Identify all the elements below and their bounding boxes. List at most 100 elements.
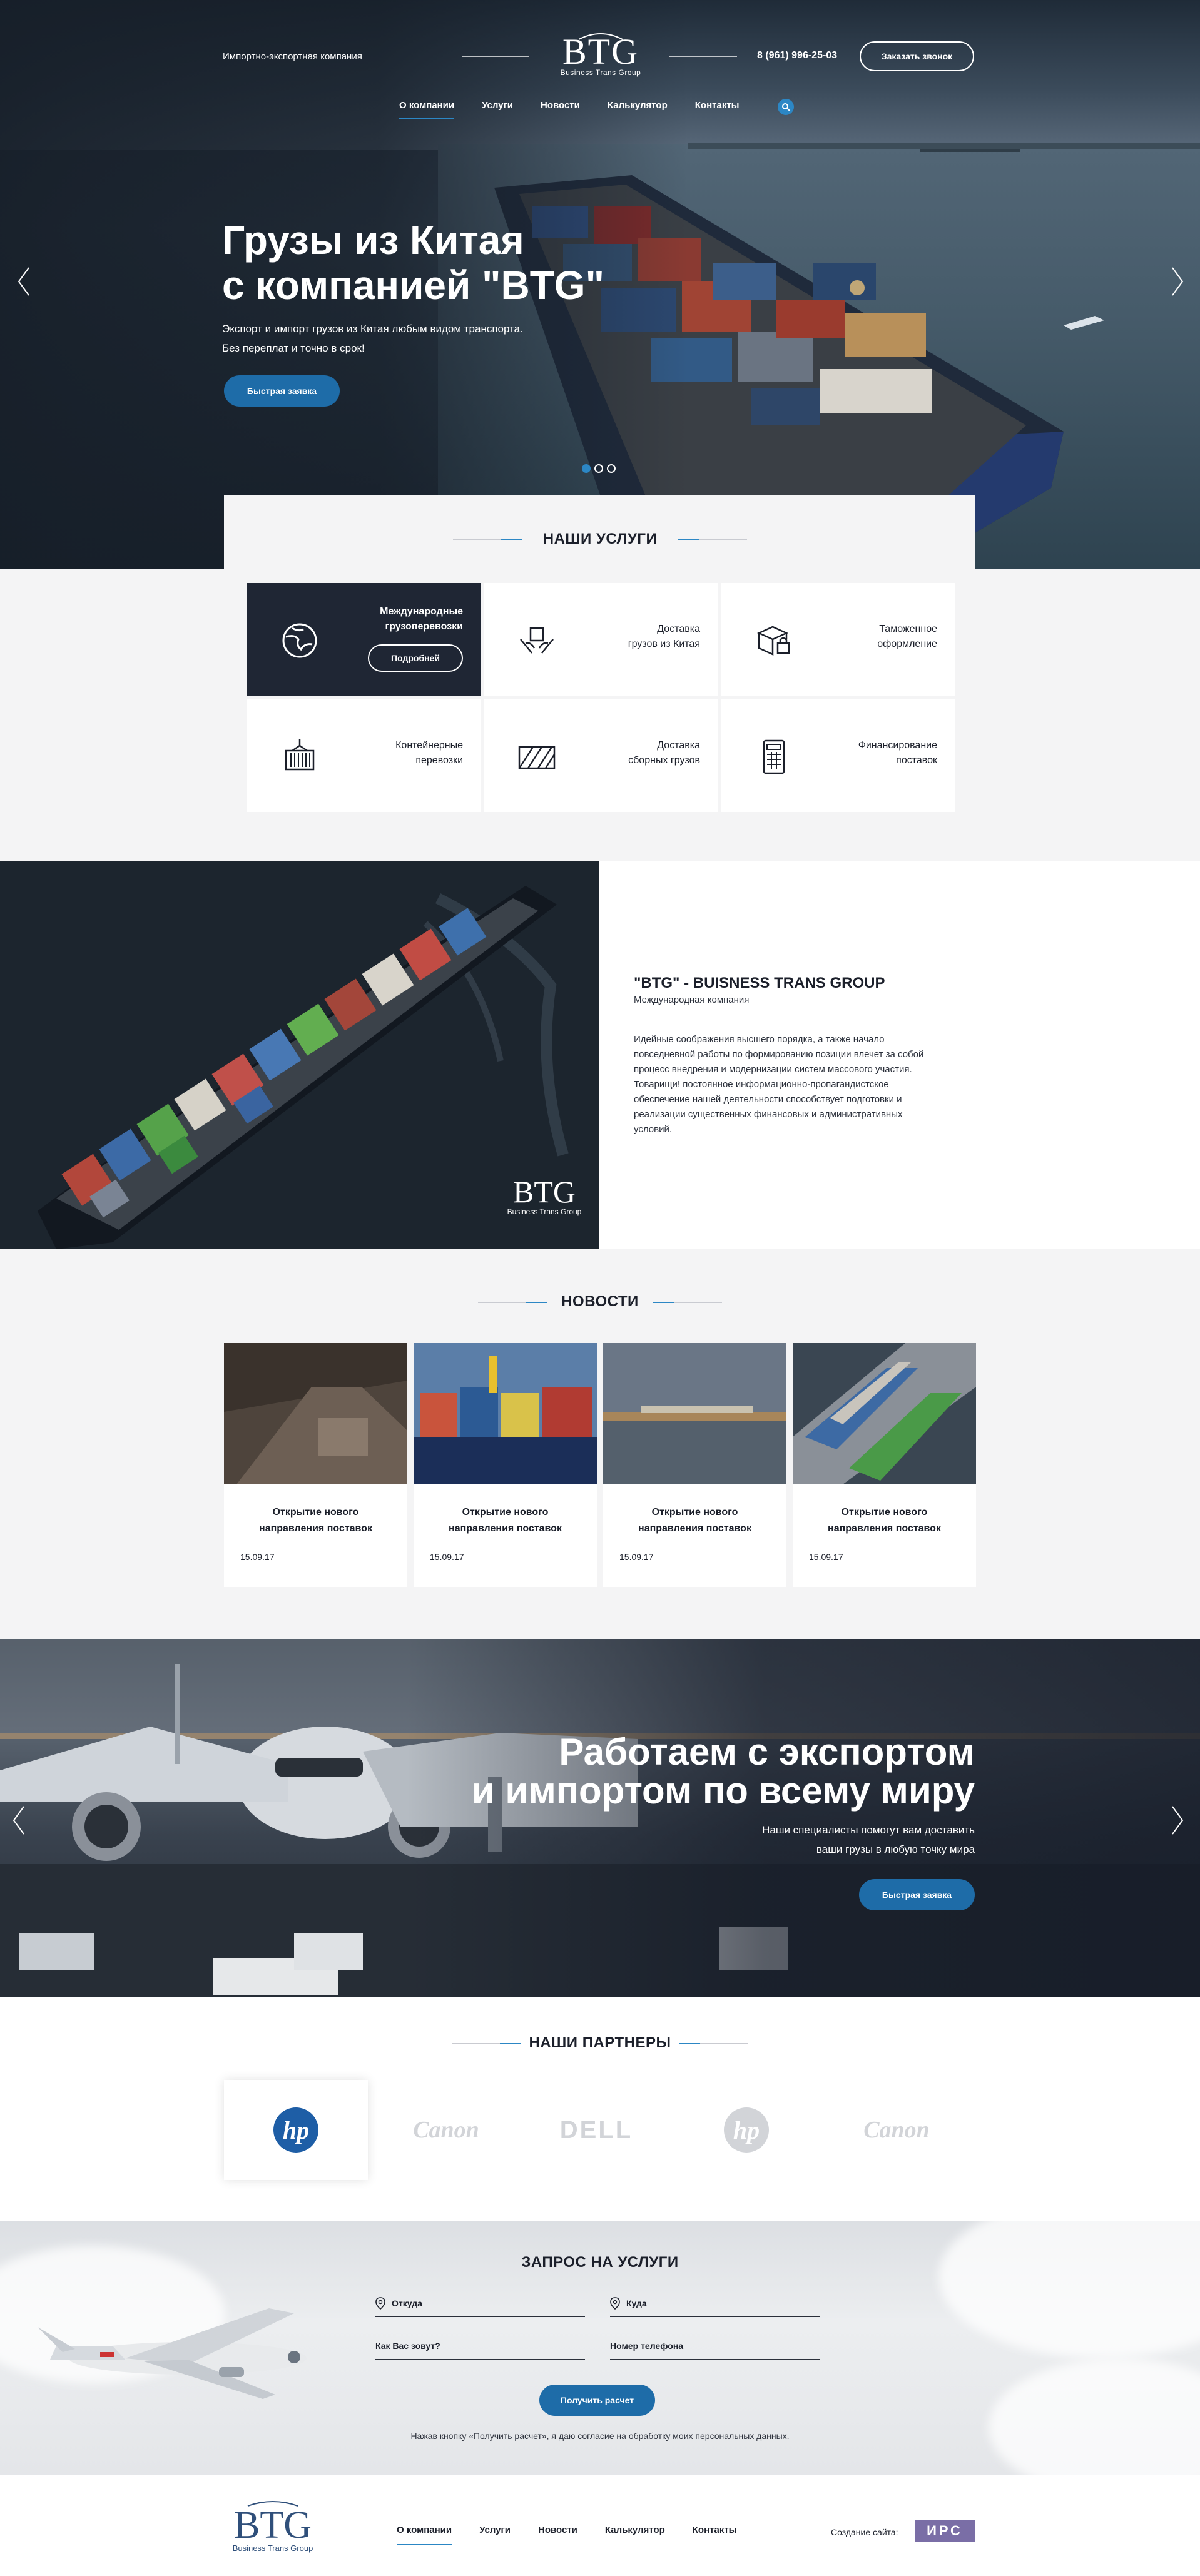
service-label-line1: Таможенное <box>879 624 937 634</box>
calculator-icon <box>763 739 785 774</box>
partner-logo-canon-2[interactable]: Canon <box>825 2080 969 2180</box>
nav-item-contacts[interactable]: Контакты <box>695 100 740 111</box>
package-lock-icon <box>756 626 790 656</box>
footer-nav-contacts[interactable]: Контакты <box>693 2525 737 2535</box>
news-title: Открытие нового направления поставок <box>616 1504 774 1537</box>
about-text: Идейные соображения высшего порядка, а т… <box>634 1034 924 1135</box>
footer-logo[interactable]: BTG Business Trans Group <box>223 2498 323 2553</box>
container-yard-photo <box>793 1343 976 1484</box>
hero-prev-arrow[interactable] <box>11 263 36 300</box>
news-title: Открытие нового направления поставок <box>805 1504 964 1537</box>
service-label: Таможенное оформление <box>877 622 937 652</box>
footer-logo-mark: BTG <box>234 2504 312 2547</box>
banner-next-arrow[interactable] <box>1165 1802 1190 1839</box>
nav-item-calculator[interactable]: Калькулятор <box>608 100 668 111</box>
about-subtitle: Международная компания <box>634 995 750 1005</box>
slider-dot-3[interactable] <box>607 464 616 473</box>
get-quote-button[interactable]: Получить расчет <box>539 2385 655 2416</box>
hero-section: Импортно-экспортная компания BTG Busines… <box>0 0 1200 569</box>
slider-dot-2[interactable] <box>594 464 603 473</box>
news-date: 15.09.17 <box>809 1552 843 1562</box>
service-label-line2: перевозки <box>415 755 463 766</box>
search-button[interactable] <box>778 99 794 115</box>
nav-item-news[interactable]: Новости <box>541 100 580 111</box>
developer-logo[interactable]: ИРС <box>915 2520 975 2542</box>
main-nav: О компании Услуги Новости Калькулятор Ко… <box>399 100 766 119</box>
from-field-placeholder: Откуда <box>392 2298 422 2308</box>
services-grid: Международные грузоперевозки Подробней Д… <box>247 583 955 812</box>
news-card[interactable]: Открытие нового направления поставок 15.… <box>224 1343 407 1587</box>
footer-nav: О компании Услуги Новости Калькулятор Ко… <box>397 2525 764 2545</box>
footer-nav-services[interactable]: Услуги <box>479 2525 511 2535</box>
slider-dot-1[interactable] <box>582 464 591 473</box>
news-image[interactable] <box>603 1343 786 1484</box>
banner-overlay <box>407 1639 1200 1997</box>
footer-nav-calculator[interactable]: Калькулятор <box>605 2525 665 2535</box>
hero-text-line2: Без переплат и точно в срок! <box>222 342 365 354</box>
partner-logo-hp-grey[interactable]: hp <box>674 2080 818 2180</box>
service-card-customs[interactable]: Таможенное оформление <box>721 583 955 696</box>
service-label: Доставка грузов из Китая <box>628 622 700 652</box>
nav-item-services[interactable]: Услуги <box>482 100 513 111</box>
about-logo-mark: BTG <box>513 1174 576 1209</box>
cloud-decoration <box>938 2221 1200 2358</box>
service-more-button[interactable]: Подробней <box>368 644 463 672</box>
news-title-line2: направления поставок <box>638 1523 751 1534</box>
news-date: 15.09.17 <box>619 1552 654 1562</box>
news-title-line2: направления поставок <box>828 1523 941 1534</box>
news-image[interactable] <box>793 1343 976 1484</box>
about-logo: BTG Business Trans Group <box>501 1176 588 1216</box>
globe-icon <box>282 623 317 658</box>
container-icon <box>285 739 315 771</box>
hero-quick-request-button[interactable]: Быстрая заявка <box>224 375 340 407</box>
banner-text-line2: ваши грузы в любую точку мира <box>816 1843 975 1855</box>
phone-field[interactable]: Номер телефона <box>610 2332 820 2360</box>
service-label-line2: оформление <box>877 639 937 649</box>
news-card[interactable]: Открытие нового направления поставок 15.… <box>414 1343 597 1587</box>
news-list: Открытие нового направления поставок 15.… <box>224 1343 976 1587</box>
header-phone[interactable]: 8 (961) 996-25-03 <box>757 50 837 61</box>
services-title-line-right <box>678 539 747 540</box>
footer-nav-news[interactable]: Новости <box>538 2525 577 2535</box>
partner-logo-hp[interactable]: hp <box>224 2080 368 2180</box>
to-field[interactable]: Куда <box>610 2289 820 2317</box>
header-divider-right <box>669 56 737 57</box>
service-label: Международные грузоперевозки <box>380 604 463 634</box>
news-image[interactable] <box>414 1343 597 1484</box>
hands-box-icon <box>520 627 554 654</box>
service-card-financing[interactable]: Финансирование поставок <box>721 699 955 812</box>
logo-subtitle: Business Trans Group <box>560 68 641 77</box>
news-image[interactable] <box>224 1343 407 1484</box>
service-label-line1: Доставка <box>657 624 700 634</box>
canon-logo: Canon <box>413 2117 479 2143</box>
banner-quick-request-button[interactable]: Быстрая заявка <box>859 1879 975 1910</box>
chevron-right-icon <box>1172 267 1184 296</box>
hero-description: Экспорт и импорт грузов из Китая любым в… <box>222 319 547 358</box>
chevron-right-icon <box>1172 1806 1184 1835</box>
footer-nav-about[interactable]: О компании <box>397 2525 452 2545</box>
nav-item-about[interactable]: О компании <box>399 100 455 119</box>
order-call-button[interactable]: Заказать звонок <box>860 41 974 71</box>
service-label-line1: Финансирование <box>858 740 937 751</box>
header-divider-left <box>462 56 529 57</box>
news-title-line-right <box>653 1302 722 1303</box>
news-card[interactable]: Открытие нового направления поставок 15.… <box>603 1343 786 1587</box>
service-card-container[interactable]: Контейнерные перевозки <box>247 699 481 812</box>
cloud-decoration <box>989 2358 1200 2475</box>
service-card-consolidated[interactable]: Доставка сборных грузов <box>484 699 718 812</box>
from-field[interactable]: Откуда <box>375 2289 585 2317</box>
name-field-placeholder: Как Вас зовут? <box>375 2341 440 2351</box>
partners-list: hp Canon DELL hp Canon <box>224 2080 975 2180</box>
service-card-international[interactable]: Международные грузоперевозки Подробней <box>247 583 481 696</box>
hero-next-arrow[interactable] <box>1165 263 1190 300</box>
hero-title: Грузы из Китая с компанией "BTG" <box>222 218 660 308</box>
news-card[interactable]: Открытие нового направления поставок 15.… <box>793 1343 976 1587</box>
service-label-line1: Контейнерные <box>395 740 463 751</box>
news-date: 15.09.17 <box>240 1552 275 1562</box>
header-logo[interactable]: BTG Business Trans Group <box>560 33 641 77</box>
partner-logo-canon[interactable]: Canon <box>374 2080 518 2180</box>
banner-prev-arrow[interactable] <box>6 1802 31 1839</box>
partner-logo-dell[interactable]: DELL <box>524 2080 668 2180</box>
name-field[interactable]: Как Вас зовут? <box>375 2332 585 2360</box>
service-card-china-delivery[interactable]: Доставка грузов из Китая <box>484 583 718 696</box>
